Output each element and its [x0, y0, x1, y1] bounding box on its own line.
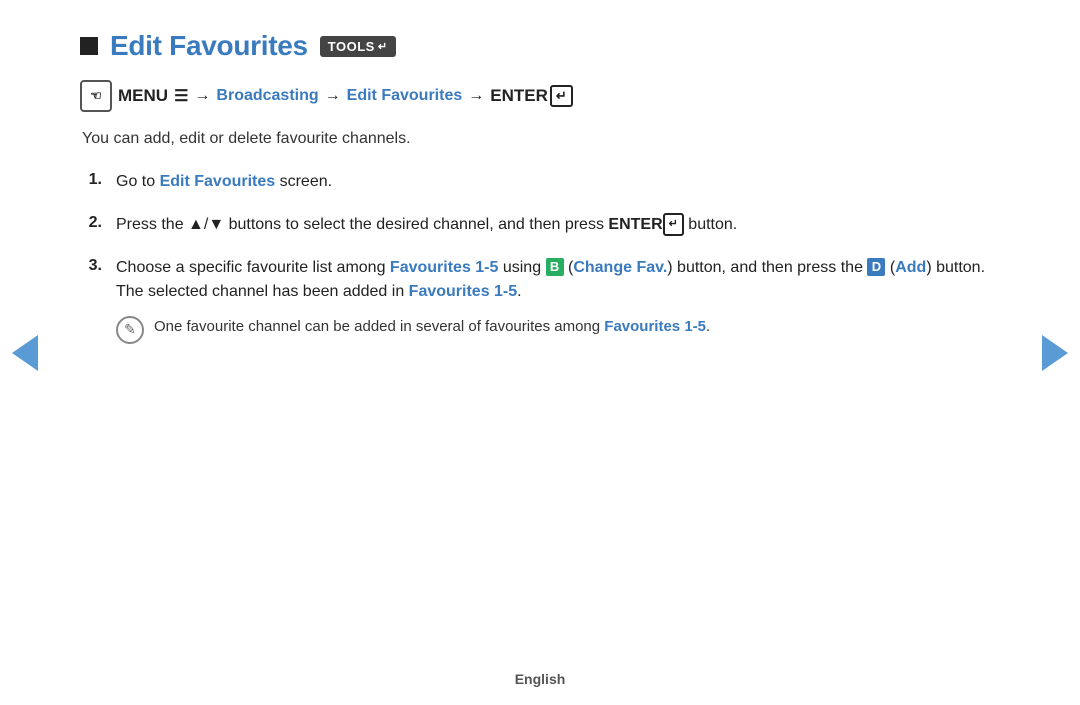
- menu-icon: ☜: [80, 80, 112, 112]
- step-3-number: 3.: [80, 256, 102, 275]
- note-content: One favourite channel can be added in se…: [154, 315, 710, 338]
- language-label: English: [515, 671, 566, 687]
- step-3-content: Choose a specific favourite list among F…: [116, 256, 1000, 345]
- note-icon: ✎: [116, 316, 144, 344]
- arrow-1: →: [194, 87, 210, 105]
- note-fav-link: Favourites 1-5: [604, 318, 706, 335]
- enter-text: ENTER: [490, 86, 548, 106]
- enter-box-icon: ↵: [550, 85, 573, 107]
- breadcrumb: ☜ MENU ☰ → Broadcasting → Edit Favourite…: [80, 80, 1000, 112]
- title-row: Edit Favourites TOOLS ↵: [80, 30, 1000, 62]
- step-2-number: 2.: [80, 213, 102, 232]
- step-2-content: Press the ▲/▼ buttons to select the desi…: [116, 213, 737, 238]
- menu-label: MENU: [118, 86, 168, 106]
- breadcrumb-broadcasting: Broadcasting: [216, 87, 318, 105]
- green-b-button: B: [546, 258, 564, 276]
- arrow-2: →: [325, 87, 341, 105]
- hand-icon: ☜: [90, 88, 102, 104]
- add-link: Add: [895, 259, 926, 276]
- step-3-fav-link: Favourites 1-5: [390, 259, 498, 276]
- step-1-content: Go to Edit Favourites screen.: [116, 170, 332, 195]
- step-1-number: 1.: [80, 170, 102, 189]
- page-description: You can add, edit or delete favourite ch…: [82, 130, 1000, 148]
- tools-arrow-icon: ↵: [378, 40, 388, 53]
- step-3: 3. Choose a specific favourite list amon…: [80, 256, 1000, 345]
- page-title: Edit Favourites: [110, 30, 308, 62]
- enter-label: ENTER↵: [490, 85, 573, 107]
- tools-badge: TOOLS ↵: [320, 36, 396, 57]
- steps-list: 1. Go to Edit Favourites screen. 2. Pres…: [80, 170, 1000, 344]
- tools-label: TOOLS: [328, 39, 375, 54]
- change-fav-link: Change Fav.: [573, 259, 667, 276]
- step-2-enter-label: ENTER↵: [608, 216, 683, 233]
- step-3-fav-link-2: Favourites 1-5: [409, 283, 517, 300]
- title-square-icon: [80, 37, 98, 55]
- note: ✎ One favourite channel can be added in …: [116, 315, 1000, 344]
- step-1-link: Edit Favourites: [160, 173, 276, 190]
- footer: English: [0, 671, 1080, 687]
- blue-d-button: D: [867, 258, 885, 276]
- breadcrumb-separator-1: ☰: [174, 86, 188, 106]
- breadcrumb-edit-favourites: Edit Favourites: [347, 87, 463, 105]
- step-2: 2. Press the ▲/▼ buttons to select the d…: [80, 213, 1000, 238]
- step-1: 1. Go to Edit Favourites screen.: [80, 170, 1000, 195]
- step-2-enter-icon: ↵: [663, 213, 684, 236]
- arrow-3: →: [468, 87, 484, 105]
